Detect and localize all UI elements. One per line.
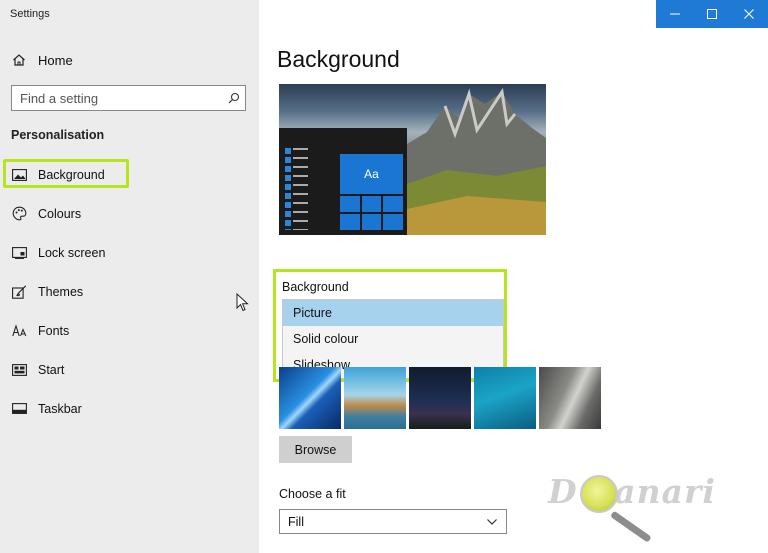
chevron-down-icon [487,519,497,525]
sidebar-item-start[interactable]: Start [0,350,259,389]
window-title: Settings [10,8,50,20]
sidebar-item-label: Lock screen [38,245,106,260]
sidebar-item-colours[interactable]: Colours [0,194,259,233]
magnifier-icon [580,475,618,513]
minimize-icon [669,13,680,15]
watermark: D panari [548,470,763,543]
sidebar: Home Personalisation Background Colours … [0,0,259,553]
picture-thumbnail[interactable] [539,367,601,429]
fonts-icon [10,322,28,340]
recent-pictures [279,367,601,429]
highlight-frame [3,159,129,188]
caption-buttons [656,0,768,28]
taskbar-icon [10,400,28,418]
sidebar-item-label: Fonts [38,323,70,338]
search-box[interactable] [11,85,246,111]
section-heading: Personalisation [11,128,105,142]
page-title: Background [277,46,400,72]
home-icon [10,51,28,69]
start-menu-preview: Aa [279,128,407,235]
sidebar-item-label: Themes [38,284,84,299]
picture-thumbnail[interactable] [344,367,406,429]
close-button[interactable] [730,0,767,28]
search-input[interactable] [20,90,223,106]
maximize-icon [706,9,717,19]
sidebar-item-taskbar[interactable]: Taskbar [0,389,259,428]
mountain-image [407,87,546,235]
themes-icon [10,283,28,301]
sidebar-item-label: Taskbar [38,401,82,416]
cursor-icon [236,293,249,312]
watermark-text: D panari [548,472,716,511]
background-dropdown[interactable]: Background Picture Solid colour Slidesho… [273,269,507,382]
sidebar-item-fonts[interactable]: Fonts [0,311,259,350]
lock-screen-icon [10,244,28,262]
fit-value: Fill [288,514,304,529]
maximize-button[interactable] [693,0,730,28]
nav-home[interactable]: Home [10,50,73,70]
minimize-button[interactable] [656,0,693,28]
preview-tile: Aa [340,154,403,194]
sidebar-item-themes[interactable]: Themes [0,272,259,311]
browse-button[interactable]: Browse [279,436,352,463]
fit-select[interactable]: Fill [279,509,507,534]
sidebar-item-background[interactable]: Background [0,155,259,194]
option-solid-colour[interactable]: Solid colour [283,326,503,352]
sidebar-item-label: Colours [38,206,82,221]
picture-thumbnail[interactable] [474,367,536,429]
fit-label: Choose a fit [279,487,346,501]
background-dropdown-label: Background [282,280,349,294]
nav-home-label: Home [38,52,73,68]
option-picture[interactable]: Picture [283,300,503,326]
background-preview: Aa [279,84,546,235]
sidebar-item-label: Start [38,362,65,377]
search-icon[interactable] [223,87,245,109]
title-bar: Settings [0,0,768,28]
close-icon [743,9,754,19]
picture-thumbnail[interactable] [279,367,341,429]
sidebar-item-lock-screen[interactable]: Lock screen [0,233,259,272]
palette-icon [10,205,28,223]
picture-thumbnail[interactable] [409,367,471,429]
nav-list: Background Colours Lock screen Themes Fo… [0,155,259,428]
start-icon [10,361,28,379]
